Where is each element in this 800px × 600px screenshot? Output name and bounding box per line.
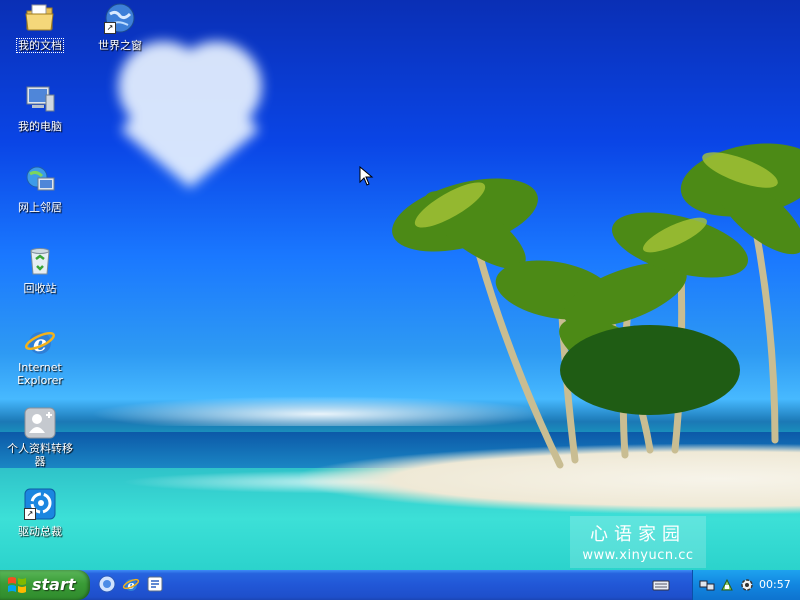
site-watermark: 心语家园 www.xinyucn.cc — [570, 516, 706, 568]
watermark-url: www.xinyucn.cc — [582, 548, 694, 563]
icon-label: 个人资料转移 器 — [7, 442, 73, 468]
recycle-bin-icon — [24, 245, 56, 277]
palm-trees — [392, 143, 800, 469]
watermark-title: 心语家园 — [590, 524, 686, 545]
heart-cloud — [100, 48, 280, 198]
clock[interactable]: 00:57 — [759, 578, 791, 591]
taskbar: start e 00:57 — [0, 570, 800, 600]
my-computer-icon — [24, 83, 56, 115]
start-label: start — [32, 575, 76, 594]
desktop-icon-profile-transfer[interactable]: 个人资料转移 器 — [0, 407, 80, 469]
icon-label: 世界之窗 — [98, 39, 142, 52]
gear-icon[interactable] — [739, 577, 755, 593]
start-button[interactable]: start — [0, 570, 90, 600]
desktop-icon-my-computer[interactable]: 我的电脑 — [0, 83, 80, 134]
icon-label: Internet Explorer — [17, 361, 63, 387]
desktop-icon-my-documents[interactable]: 我的文档 — [0, 2, 80, 53]
network-places-icon — [24, 164, 56, 196]
network-icon[interactable] — [699, 577, 715, 593]
icon-label: 回收站 — [23, 282, 57, 295]
icon-label: 我的电脑 — [18, 120, 62, 133]
desktop-icon-network-places[interactable]: 网上邻居 — [0, 164, 80, 215]
windows-flag-icon — [8, 577, 26, 593]
profile-transfer-icon — [24, 407, 56, 439]
desktop[interactable]: 我的文档 ↗ 世界之窗 我的电脑 网上邻居 回收站 e Internet Exp… — [0, 0, 800, 570]
internet-explorer-icon[interactable]: e — [122, 575, 140, 593]
icon-label: 驱动总裁 — [18, 525, 62, 538]
shortcut-arrow-icon: ↗ — [24, 508, 36, 520]
world-window-browser-icon: ↗ — [104, 2, 136, 34]
internet-explorer-icon: e — [24, 326, 56, 358]
icon-label: 网上邻居 — [18, 201, 62, 214]
icon-label: 我的文档 — [16, 38, 64, 53]
keyboard-icon[interactable] — [652, 577, 670, 593]
mouse-pointer-icon — [359, 166, 374, 186]
show-desktop-icon[interactable] — [98, 575, 116, 593]
safely-remove-icon[interactable] — [719, 577, 735, 593]
desktop-icon-driver-manager[interactable]: ↗ 驱动总裁 — [0, 488, 80, 539]
notes-icon[interactable] — [146, 575, 164, 593]
desktop-icon-recycle-bin[interactable]: 回收站 — [0, 245, 80, 296]
system-tray: 00:57 — [692, 570, 800, 600]
driver-manager-icon: ↗ — [24, 488, 56, 520]
shortcut-arrow-icon: ↗ — [104, 22, 116, 34]
desktop-icon-internet-explorer[interactable]: e Internet Explorer — [0, 326, 80, 388]
my-documents-folder-icon — [24, 2, 56, 34]
desktop-icon-world-window[interactable]: ↗ 世界之窗 — [80, 2, 160, 53]
